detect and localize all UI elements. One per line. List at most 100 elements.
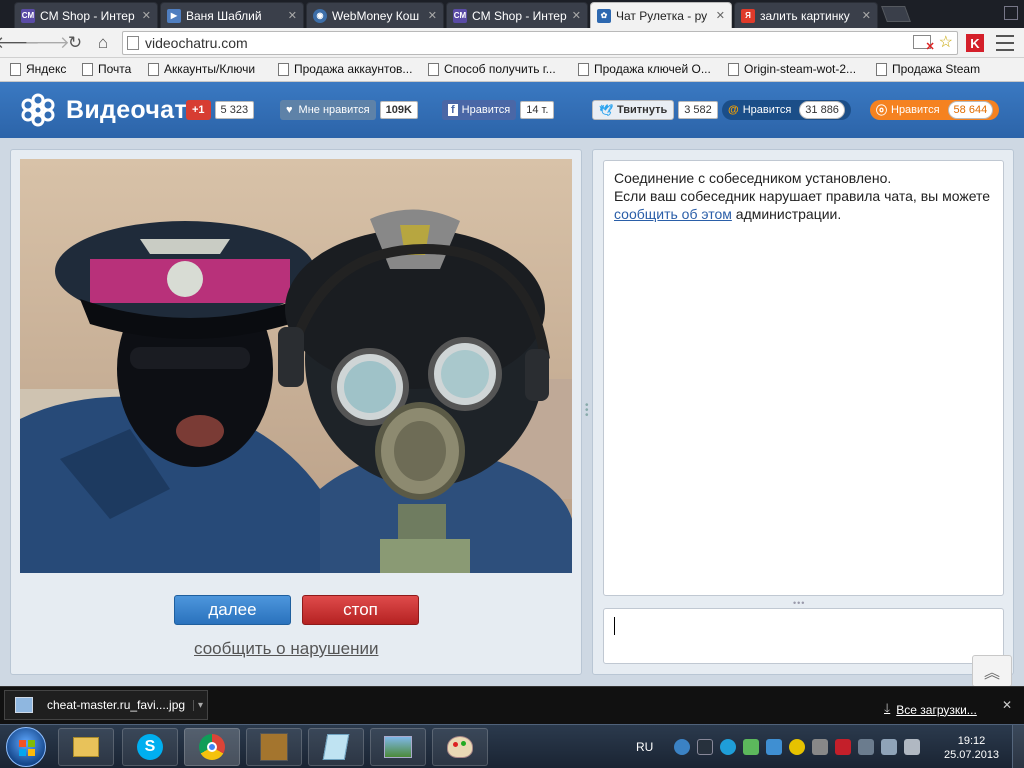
home-icon[interactable]: ⌂ <box>92 32 114 54</box>
notes-taskbar-button[interactable] <box>308 728 364 766</box>
tab-4-active[interactable]: ✿ Чат Рулетка - ру ✕ <box>590 2 732 28</box>
bookmark-star-icon[interactable]: ☆ <box>939 35 953 51</box>
forward-icon[interactable]: 🡒 <box>24 32 70 54</box>
download-tray-icon[interactable] <box>674 739 691 755</box>
bookmark-item[interactable]: Продажа Steam <box>876 62 980 76</box>
network-tray-icon[interactable] <box>766 739 783 755</box>
close-tab-icon[interactable]: ✕ <box>862 9 871 22</box>
tab-2[interactable]: ◉ WebMoney Кош ✕ <box>306 2 444 28</box>
tab-5[interactable]: Я залить картинку ✕ <box>734 2 878 28</box>
kaspersky-extension-icon[interactable]: K <box>966 34 984 52</box>
close-tab-icon[interactable]: ✕ <box>716 9 725 22</box>
url-text: videochatru.com <box>145 35 248 51</box>
mailru-like-widget[interactable]: @ Нравится 31 886 <box>722 100 851 120</box>
download-filename: cheat-master.ru_favi....jpg <box>47 698 186 712</box>
rules-text-tail: администрации. <box>735 206 842 222</box>
start-button[interactable] <box>6 727 46 767</box>
bookmark-label: Способ получить г... <box>444 62 556 76</box>
gplus-widget[interactable]: +1 5 323 <box>186 100 255 120</box>
close-tab-icon[interactable]: ✕ <box>572 9 581 22</box>
reload-icon[interactable]: ↻ <box>64 32 86 54</box>
monitor-tray-icon[interactable] <box>881 739 898 755</box>
report-violation-link[interactable]: сообщить о нарушении <box>194 639 378 659</box>
bookmark-item[interactable]: Яндекс <box>10 62 66 76</box>
chevron-down-icon[interactable]: ▾ <box>192 699 207 711</box>
skype-taskbar-button[interactable]: S <box>122 728 178 766</box>
videochat-favicon-icon: ✿ <box>597 8 611 23</box>
skype-tray-icon[interactable] <box>720 739 737 755</box>
paint-taskbar-button[interactable] <box>432 728 488 766</box>
mailru-like-label: Нравится <box>742 104 792 116</box>
flag-tray-icon[interactable] <box>858 739 875 755</box>
mailru-like-button[interactable]: @ Нравится 31 886 <box>722 100 851 120</box>
language-indicator[interactable]: RU <box>636 740 653 754</box>
twitter-widget[interactable]: 🕊 Твитнуть 3 582 <box>592 100 718 120</box>
windows-taskbar: S RU 19:12 25.07.2013 <box>0 724 1024 768</box>
icq-tray-icon[interactable] <box>789 739 806 755</box>
tab-1[interactable]: ▶ Ваня Шаблий ✕ <box>160 2 304 28</box>
bookmark-item[interactable]: Почта <box>82 62 131 76</box>
page-icon <box>278 62 289 76</box>
explorer-taskbar-button[interactable] <box>58 728 114 766</box>
address-bar[interactable]: videochatru.com ✕ ☆ <box>122 31 958 55</box>
tweet-button[interactable]: 🕊 Твитнуть <box>592 100 675 120</box>
photo-viewer-taskbar-button[interactable] <box>370 728 426 766</box>
bookmark-label: Продажа ключей О... <box>594 62 711 76</box>
close-tab-icon[interactable]: ✕ <box>428 9 437 22</box>
vk-like-widget[interactable]: ♥ Мне нравится 109K <box>280 100 418 120</box>
show-desktop-button[interactable] <box>1012 725 1024 768</box>
bookmark-item[interactable]: Продажа аккаунтов... <box>278 62 412 76</box>
panel-resize-handle[interactable]: • • • <box>585 401 589 421</box>
close-icon[interactable]: ✕ <box>1002 698 1012 712</box>
kaspersky-tray-icon[interactable] <box>835 739 852 755</box>
all-downloads-label: Все загрузки... <box>896 702 977 717</box>
facebook-like-button[interactable]: f Нравится <box>442 100 517 120</box>
stop-button[interactable]: стоп <box>302 595 419 625</box>
tab-title: WebMoney Кош <box>332 8 420 23</box>
text-caret <box>614 617 615 635</box>
odnoklassniki-widget[interactable]: ⓞ Нравится 58 644 <box>870 100 1000 120</box>
download-item[interactable]: cheat-master.ru_favi....jpg ▾ <box>4 690 208 720</box>
paint-palette-icon <box>447 736 473 758</box>
bookmark-label: Origin-steam-wot-2... <box>744 62 857 76</box>
steam-tray-icon[interactable] <box>697 739 714 755</box>
tab-title: Чат Рулетка - ру <box>616 8 708 23</box>
blocked-popup-icon[interactable]: ✕ <box>912 35 935 53</box>
game-taskbar-button[interactable] <box>246 728 302 766</box>
image-file-icon <box>15 697 33 713</box>
site-logo-text[interactable]: Видеочат <box>66 96 187 125</box>
play-favicon-icon: ▶ <box>167 8 181 23</box>
tab-3[interactable]: CM CM Shop - Интер ✕ <box>446 2 588 28</box>
volume-tray-icon[interactable] <box>904 739 921 755</box>
close-tab-icon[interactable]: ✕ <box>142 9 151 22</box>
scroll-to-top-button[interactable]: ︽ <box>972 655 1012 687</box>
report-admin-link[interactable]: сообщить об этом <box>614 206 732 222</box>
bookmark-item[interactable]: Способ получить г... <box>428 62 556 76</box>
mailru-like-count: 31 886 <box>799 101 845 119</box>
tab-0[interactable]: CM CM Shop - Интер ✕ <box>14 2 158 28</box>
odnoklassniki-like-button[interactable]: ⓞ Нравится 58 644 <box>870 100 1000 120</box>
close-tab-icon[interactable]: ✕ <box>288 9 297 22</box>
window-control-icon[interactable] <box>1004 6 1018 20</box>
next-button[interactable]: далее <box>174 595 291 625</box>
skype-icon: S <box>137 734 163 760</box>
chat-message-input[interactable] <box>603 608 1004 664</box>
facebook-like-widget[interactable]: f Нравится 14 т. <box>442 100 555 120</box>
all-downloads-link[interactable]: 🡓 Все загрузки... <box>884 699 977 720</box>
chrome-taskbar-button[interactable] <box>184 728 240 766</box>
new-tab-button[interactable] <box>881 6 911 22</box>
bookmark-item[interactable]: Продажа ключей О... <box>578 62 711 76</box>
chat-resize-grip[interactable]: ••• <box>793 598 805 608</box>
videochat-logo-icon[interactable] <box>20 92 56 128</box>
download-arrow-icon: 🡓 <box>884 701 891 715</box>
system-clock[interactable]: 19:12 25.07.2013 <box>944 734 999 762</box>
vk-like-button[interactable]: ♥ Мне нравится <box>280 100 376 120</box>
gplus-button[interactable]: +1 <box>186 100 211 120</box>
bookmark-item[interactable]: Origin-steam-wot-2... <box>728 62 856 76</box>
tool-tray-icon[interactable] <box>812 739 829 755</box>
screen: CM CM Shop - Интер ✕ ▶ Ваня Шаблий ✕ ◉ W… <box>0 0 1024 768</box>
bookmark-item[interactable]: Аккаунты/Ключи <box>148 62 255 76</box>
utorrent-tray-icon[interactable] <box>743 739 760 755</box>
page-icon <box>127 36 139 50</box>
menu-icon[interactable] <box>996 35 1014 51</box>
